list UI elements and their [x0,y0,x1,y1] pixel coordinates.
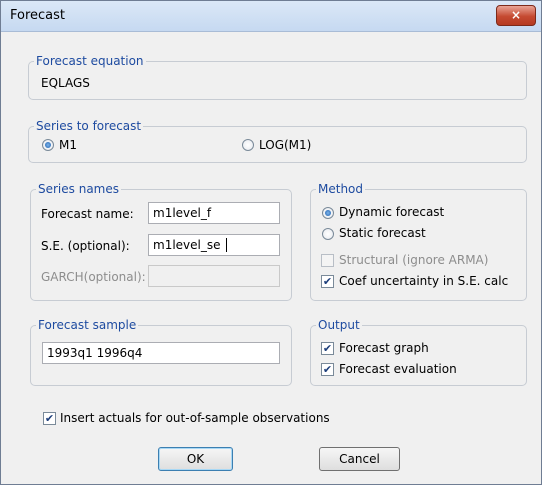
forecast-graph-checkbox[interactable]: ✔ [321,342,334,355]
close-icon: × [510,8,522,22]
coef-uncertainty-label[interactable]: Coef uncertainty in S.E. calc [339,274,508,288]
series-names-legend: Series names [38,182,119,196]
coef-uncertainty-checkbox[interactable]: ✔ [321,275,334,288]
se-label: S.E. (optional): [41,239,130,253]
ok-button[interactable]: OK [158,447,233,471]
forecast-name-value: m1level_f [153,206,212,220]
insert-actuals-label[interactable]: Insert actuals for out-of-sample observa… [60,411,330,425]
forecast-sample-legend: Forecast sample [38,318,137,332]
text-caret [226,238,227,252]
garch-label: GARCH(optional): [41,270,146,284]
checkmark-icon: ✔ [322,275,333,288]
static-forecast-radio[interactable] [322,228,334,240]
ok-button-label: OK [186,452,205,466]
garch-input[interactable] [148,265,280,287]
forecast-evaluation-label[interactable]: Forecast evaluation [339,362,457,376]
title-bar[interactable]: Forecast × [1,1,541,32]
m1-radio-label[interactable]: M1 [59,138,77,152]
log-m1-radio-label[interactable]: LOG(M1) [259,138,311,152]
forecast-dialog: Forecast × Forecast equation EQLAGS Seri… [0,0,542,485]
close-button[interactable]: × [496,5,536,26]
output-legend: Output [318,318,360,332]
dynamic-forecast-radio[interactable] [322,207,334,219]
forecast-evaluation-checkbox[interactable]: ✔ [321,363,334,376]
m1-radio[interactable] [42,139,54,151]
forecast-equation-group: Forecast equation [28,54,527,100]
checkmark-icon: ✔ [322,363,333,376]
window-title: Forecast [10,8,66,23]
insert-actuals-checkbox[interactable]: ✔ [43,412,56,425]
forecast-sample-input[interactable]: 1993q1 1996q4 [42,342,280,364]
structural-label[interactable]: Structural (ignore ARMA) [339,253,488,267]
checkmark-icon: ✔ [322,342,333,355]
structural-checkbox[interactable] [321,254,334,267]
se-value: m1level_se [153,238,221,252]
series-to-forecast-legend: Series to forecast [36,119,142,133]
method-legend: Method [318,182,364,196]
log-m1-radio[interactable] [242,139,254,151]
forecast-name-label: Forecast name: [41,207,134,221]
forecast-graph-label[interactable]: Forecast graph [339,341,429,355]
dynamic-forecast-label[interactable]: Dynamic forecast [339,205,444,219]
static-forecast-label[interactable]: Static forecast [339,226,426,240]
cancel-button-label: Cancel [339,452,380,466]
checkmark-icon: ✔ [44,412,55,425]
forecast-name-input[interactable]: m1level_f [148,202,280,224]
cancel-button[interactable]: Cancel [319,447,400,471]
forecast-sample-value: 1993q1 1996q4 [47,346,143,360]
forecast-equation-value: EQLAGS [41,76,90,90]
se-input[interactable]: m1level_se [148,234,280,256]
forecast-equation-legend: Forecast equation [36,54,144,68]
